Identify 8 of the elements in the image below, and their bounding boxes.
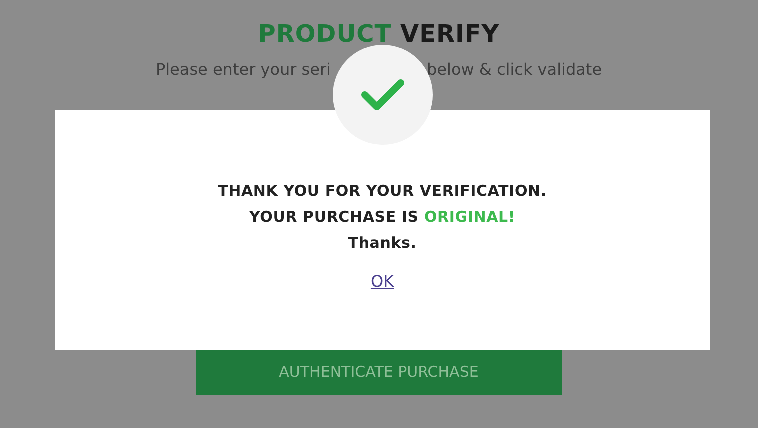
message-text: Thanks. (348, 233, 417, 254)
instruction-text: Please enter your seri (156, 60, 331, 79)
message-text: YOUR PURCHASE IS ORIGINAL! (250, 207, 516, 228)
message-text: THANK YOU FOR YOUR VERIFICATION. (218, 181, 547, 202)
checkmark-icon (361, 78, 405, 112)
instruction-text: below & click validate (427, 60, 602, 79)
ok-link[interactable]: OK (370, 272, 394, 291)
page-title: PRODUCT VERIFY (258, 20, 500, 48)
